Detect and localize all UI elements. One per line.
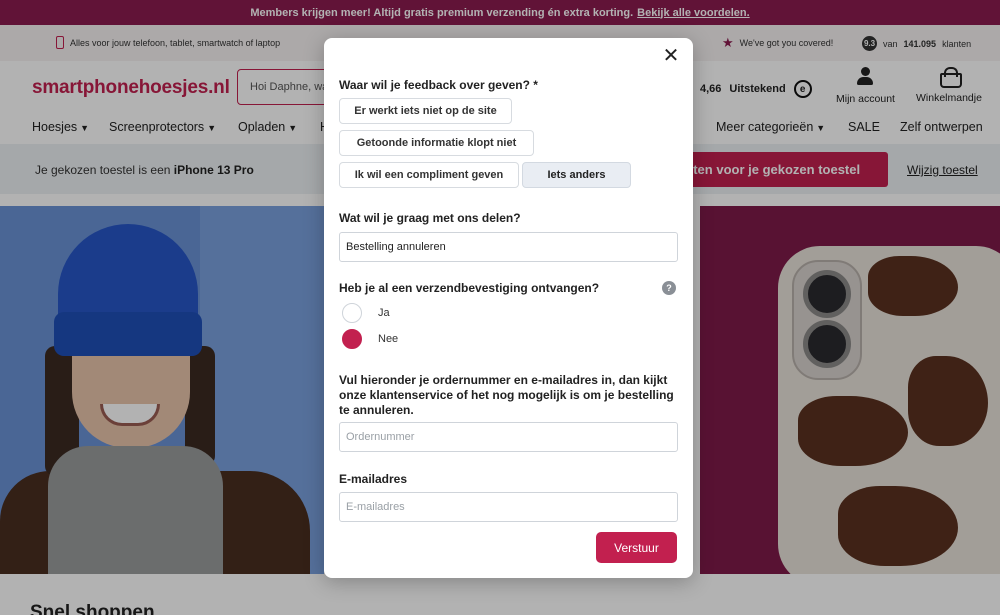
radio-circle[interactable]: [342, 303, 362, 323]
cancel-instructions: Vul hieronder je ordernummer en e-mailad…: [339, 373, 674, 417]
radio-circle-checked[interactable]: [342, 329, 362, 349]
share-label: Wat wil je graag met ons delen?: [339, 211, 521, 225]
option-other[interactable]: Iets anders: [522, 162, 631, 188]
radio-no-label: Nee: [378, 333, 399, 345]
option-info-incorrect[interactable]: Getoonde informatie klopt niet: [339, 130, 534, 156]
feedback-modal: ✕ Waar wil je feedback over geven? * Er …: [324, 38, 693, 578]
option-site-broken[interactable]: Er werkt iets niet op de site: [339, 98, 512, 124]
help-icon[interactable]: ?: [662, 281, 676, 295]
email-field[interactable]: [339, 492, 678, 522]
radio-no[interactable]: Nee: [342, 329, 398, 349]
order-number-field[interactable]: [339, 422, 678, 452]
share-input[interactable]: [339, 232, 678, 262]
feedback-topic-label: Waar wil je feedback over geven? *: [339, 78, 538, 92]
email-label: E-mailadres: [339, 472, 408, 486]
radio-yes-label: Ja: [378, 307, 390, 319]
submit-button[interactable]: Verstuur: [596, 532, 677, 563]
option-compliment[interactable]: Ik wil een compliment geven: [339, 162, 519, 188]
shipping-confirmation-label: Heb je al een verzendbevestiging ontvang…: [339, 281, 600, 295]
radio-yes[interactable]: Ja: [342, 303, 390, 323]
close-icon[interactable]: ✕: [661, 46, 681, 66]
